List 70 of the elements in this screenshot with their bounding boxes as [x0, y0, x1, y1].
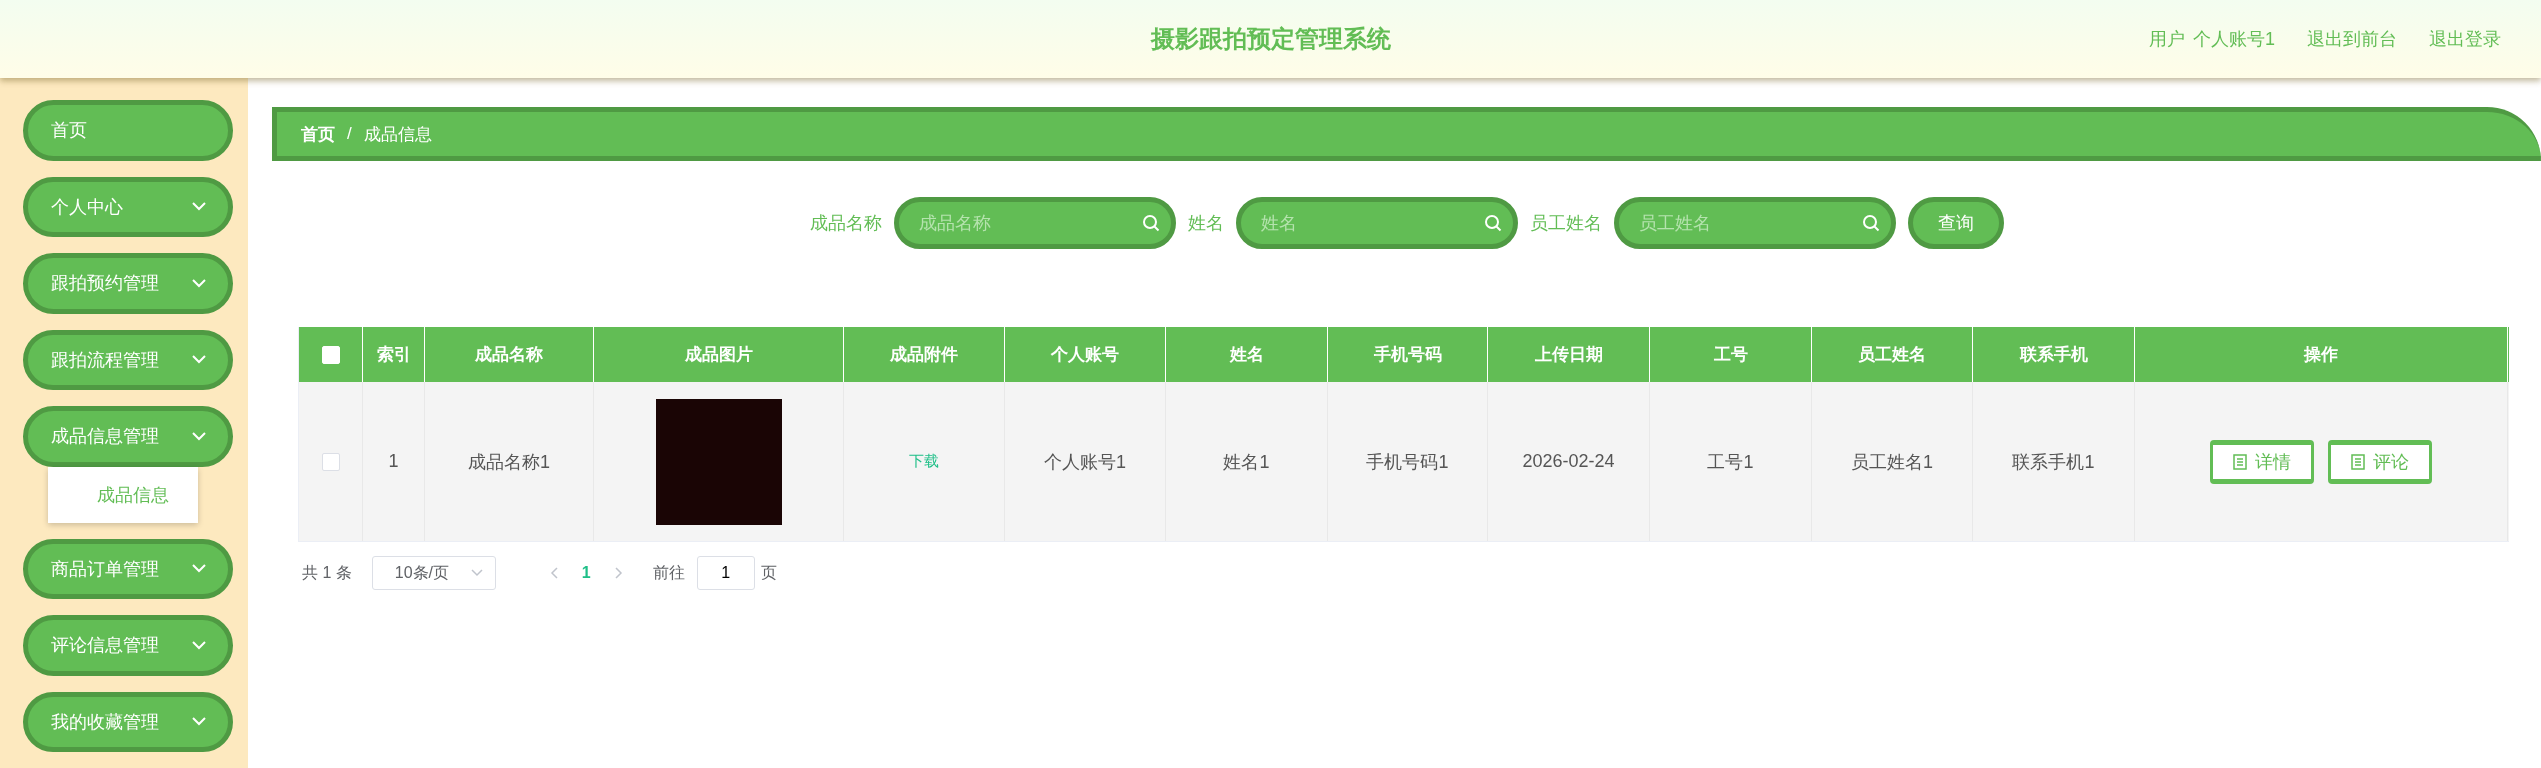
field-label: 员工姓名	[1529, 212, 1602, 235]
menu-item[interactable]: 商品订单管理	[23, 538, 233, 599]
search-field[interactable]: 姓名	[1235, 197, 1518, 249]
action-button[interactable]: 评论	[2328, 439, 2432, 484]
column-header: 操作	[2304, 344, 2338, 366]
table-cell-text: 姓名1	[1223, 450, 1270, 474]
menu-item[interactable]: 我的收藏管理	[23, 691, 233, 752]
field-label: 姓名	[1187, 212, 1224, 235]
chevron-down-icon	[192, 202, 206, 212]
chevron-left-icon	[549, 567, 558, 579]
chevron-right-icon	[614, 567, 623, 579]
action-button[interactable]: 详情	[2210, 439, 2314, 484]
search-icon	[1861, 214, 1880, 232]
breadcrumb-item[interactable]: 成品信息	[363, 122, 432, 146]
table-cell-text: 手机号码1	[1366, 450, 1449, 474]
menu-item[interactable]: 评论信息管理	[23, 615, 233, 676]
field-label: 成品名称	[809, 212, 882, 235]
breadcrumb-item[interactable]: 首页	[301, 122, 335, 146]
goto-label: 前往	[652, 562, 685, 583]
chevron-down-icon	[192, 431, 206, 441]
user-label: 用户	[2149, 28, 2185, 51]
column-header: 成品名称	[475, 344, 543, 366]
page-number[interactable]: 1	[581, 564, 591, 582]
column-header: 成品附件	[890, 344, 958, 366]
column-header: 姓名	[1229, 344, 1264, 366]
page-input[interactable]: 1	[696, 556, 755, 590]
table-cell: 1	[388, 451, 399, 472]
header-link[interactable]: 退出登录	[2429, 27, 2501, 51]
menu-item[interactable]: 个人中心	[23, 176, 233, 237]
table-cell-text: 个人账号1	[1044, 450, 1126, 474]
table-cell-text: 员工姓名1	[1851, 450, 1933, 474]
column-header: 联系手机	[2019, 344, 2088, 366]
chevron-down-icon	[192, 564, 206, 574]
system-title: 摄影跟拍预定管理系统	[1150, 24, 1391, 54]
table-cell-text: 联系手机1	[2012, 450, 2095, 474]
chevron-down-icon	[192, 640, 206, 650]
menu-item[interactable]: 跟拍流程管理	[23, 329, 233, 390]
chevron-down-icon	[192, 717, 206, 727]
page-suffix: 页	[760, 562, 777, 583]
chevron-down-icon	[192, 355, 206, 365]
menu-item[interactable]: 成品信息管理	[23, 406, 233, 467]
total-count: 共 1 条	[302, 562, 352, 583]
column-header: 工号	[1713, 344, 1748, 366]
checkbox[interactable]	[321, 452, 340, 471]
search-field[interactable]: 员工姓名	[1613, 197, 1896, 249]
user-name: 个人账号1	[2193, 28, 2275, 51]
column-header: 员工姓名	[1858, 344, 1926, 366]
search-icon	[1483, 214, 1502, 232]
search-icon	[1141, 214, 1160, 232]
chevron-down-icon	[192, 278, 206, 288]
breadcrumb-separator: /	[347, 124, 352, 144]
table-cell-text: 工号1	[1707, 450, 1754, 474]
column-header: 上传日期	[1534, 344, 1603, 366]
page-size-select[interactable]: 10条/页	[371, 556, 496, 590]
download-link[interactable]: 下载	[909, 452, 939, 471]
column-header: 成品图片	[684, 344, 753, 366]
submenu-item[interactable]: 成品信息	[48, 466, 198, 523]
search-button[interactable]: 查询	[1907, 197, 2004, 249]
menu-item[interactable]: 首页	[23, 100, 233, 161]
search-field[interactable]: 成品名称	[893, 197, 1176, 249]
table-cell-text: 成品名称1	[468, 450, 550, 474]
column-header: 索引	[376, 344, 411, 366]
chevron-down-icon	[470, 569, 483, 577]
table-cell: 2026-02-24	[1522, 451, 1615, 472]
document-icon	[2233, 453, 2247, 470]
document-icon	[2351, 453, 2365, 470]
column-header: 手机号码	[1373, 344, 1442, 366]
menu-item[interactable]: 跟拍预约管理	[23, 253, 233, 314]
column-header: 个人账号	[1051, 344, 1119, 366]
header-link[interactable]: 退出到前台	[2307, 27, 2397, 51]
